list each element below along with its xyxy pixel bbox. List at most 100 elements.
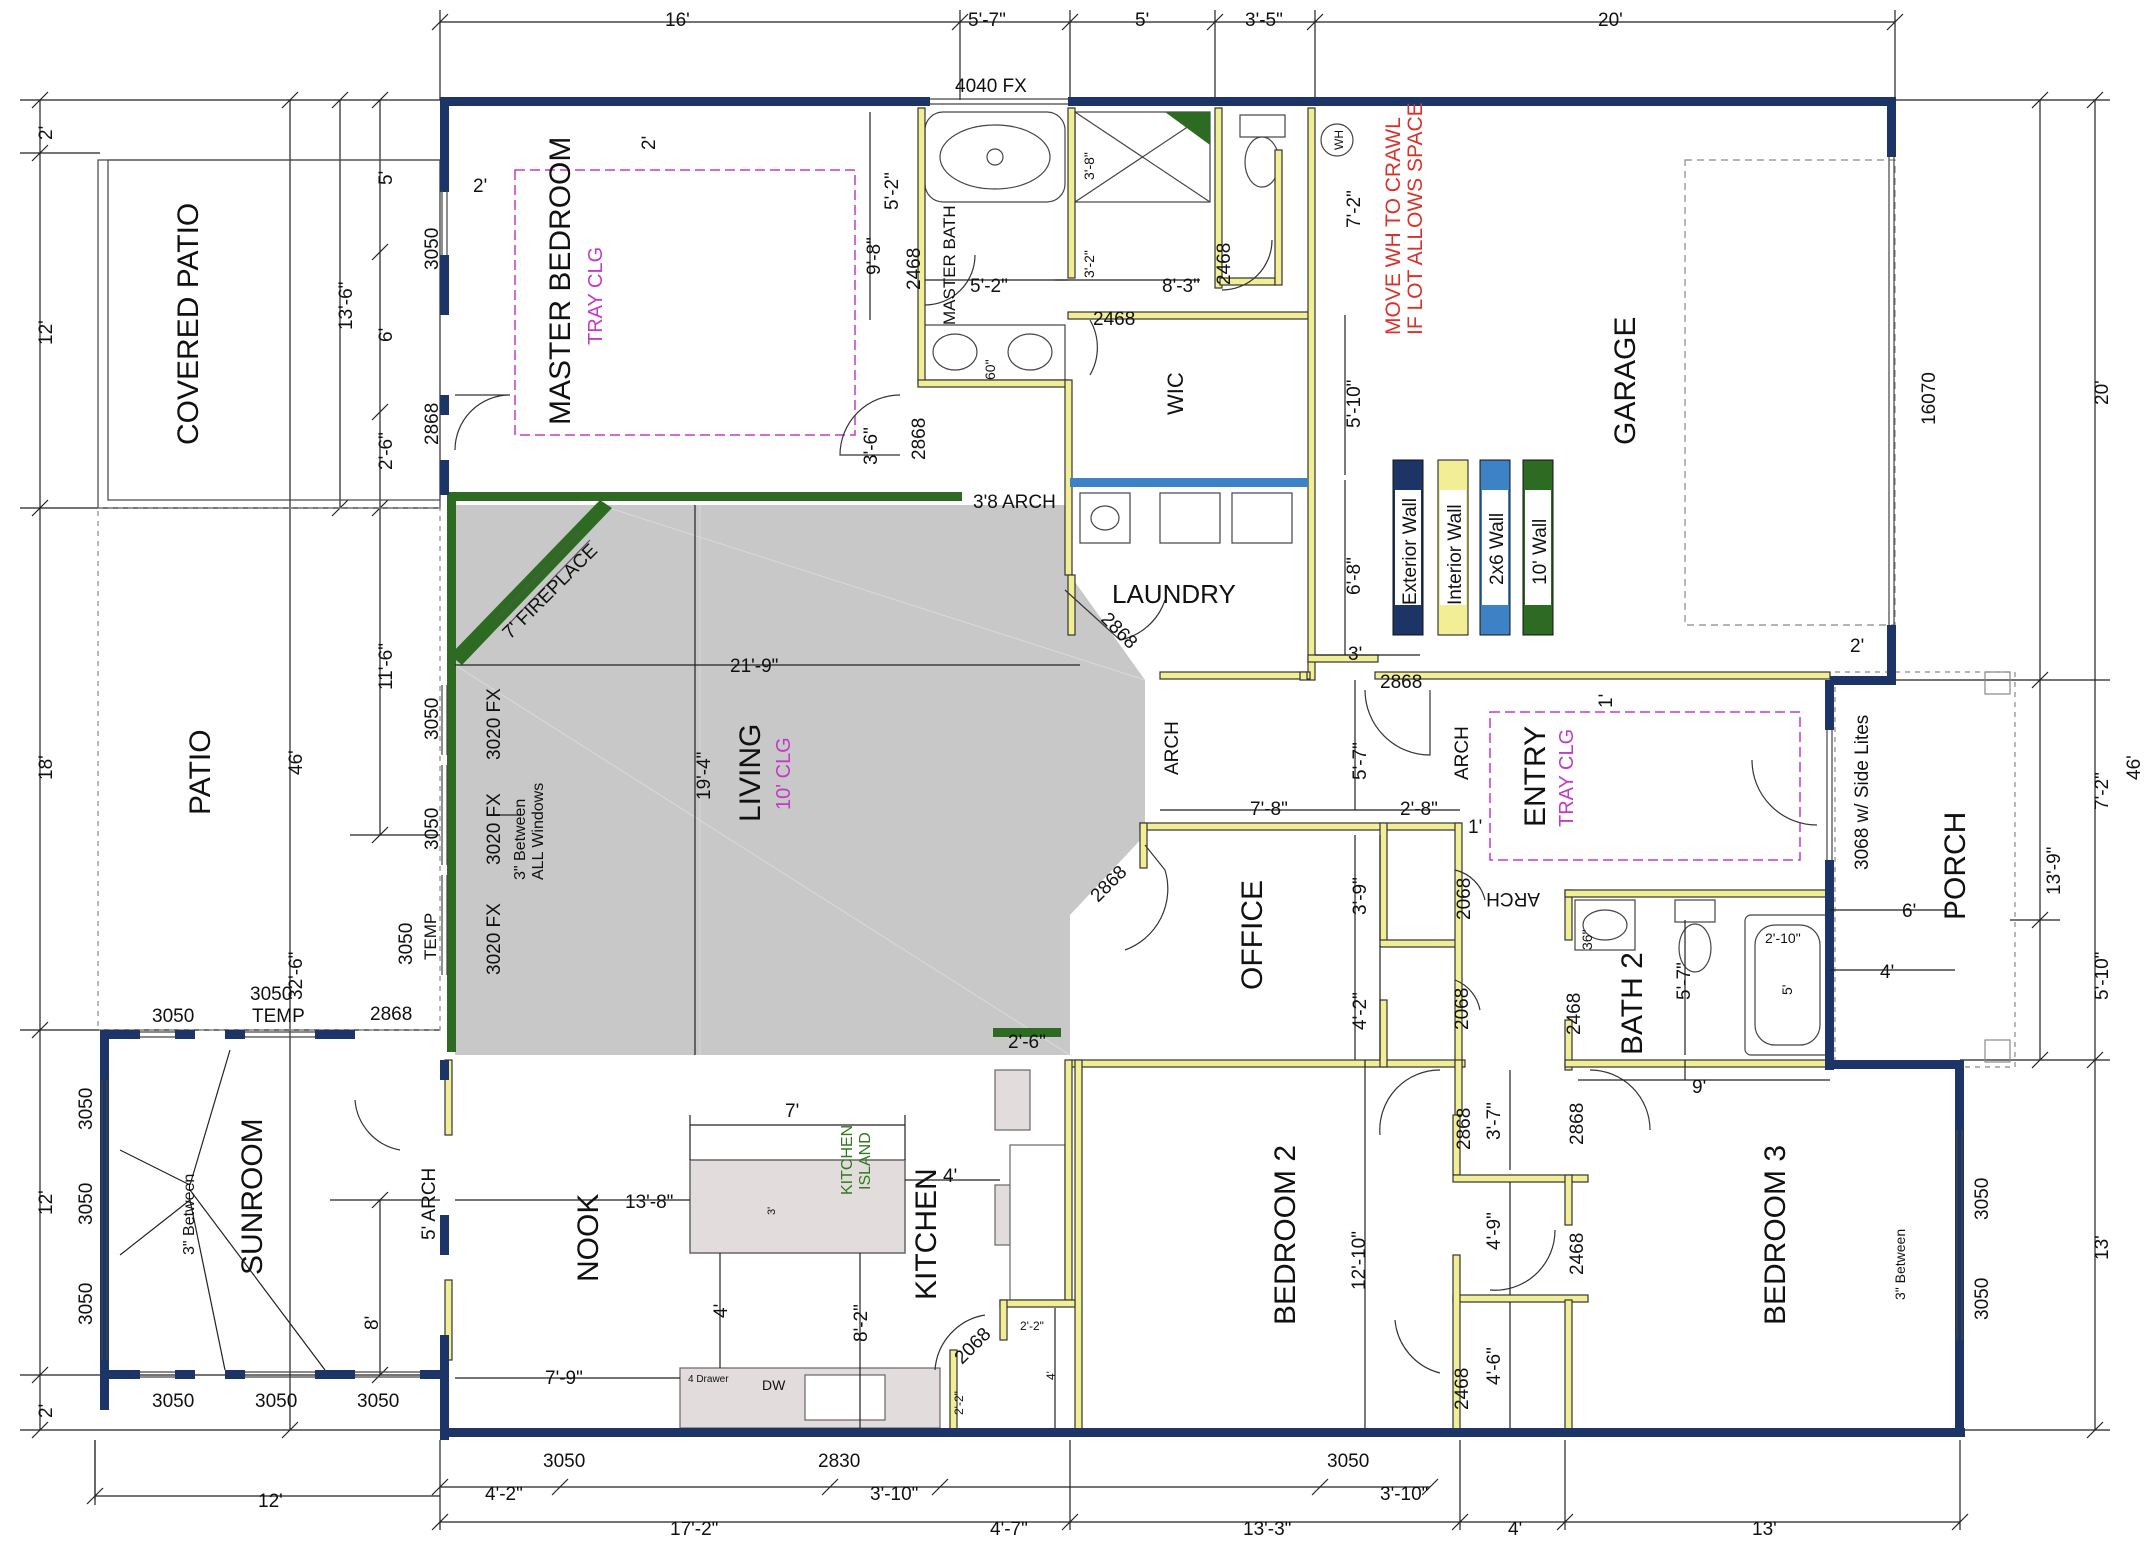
window-sun-top-3050: 3050	[152, 1006, 194, 1027]
window-living-3050-b: 3050	[422, 808, 443, 850]
idim-2-10: 2'-10"	[1765, 930, 1801, 946]
dim-bottom-8: 12'	[258, 1491, 283, 1512]
idim-9: 9'	[1692, 1077, 1706, 1098]
wh-note-line1: MOVE WH TO CRAWL	[1382, 117, 1405, 335]
idim-5-7-b: 5'-7"	[1674, 962, 1695, 1000]
garage-parking-outline	[1684, 159, 1896, 626]
room-master-bedroom: MASTER BEDROOM	[544, 137, 577, 425]
window-living-temp: TEMP	[421, 913, 440, 960]
window-sun-bot-3050-b: 3050	[255, 1391, 297, 1412]
window-3020fx-c: 3020 FX	[484, 903, 505, 975]
dim-bottom-3: 17'-2"	[670, 1519, 718, 1540]
bottom-dimensions: 4'-2" 3'-10" 3'-10" 17'-2" 4'-7" 13'-3" …	[258, 1451, 1777, 1540]
idim-2-a: 2'	[473, 176, 487, 197]
window-bed3-3050-a: 3050	[1972, 1178, 1993, 1220]
dim-right-3: 13'	[2092, 1235, 2113, 1260]
room-master-bath: MASTER BATH	[940, 205, 959, 325]
door-wc-2468: 2468	[1214, 243, 1235, 285]
dim-left-7: 11'-6"	[376, 643, 397, 690]
door-wic-2468: 2468	[1093, 309, 1135, 330]
window-master-3050: 3050	[422, 228, 443, 270]
idim-21-9: 21'-9"	[730, 656, 778, 677]
idim-5-7-a: 5'-7"	[1350, 742, 1371, 780]
window-living-3050-temp: 3050	[396, 923, 417, 965]
idim-5: 5'	[1779, 985, 1795, 995]
room-entry: ENTRY	[1519, 726, 1552, 827]
ceiling-living: 10' CLG	[773, 737, 795, 810]
arch-38: 3'8 ARCH	[973, 492, 1056, 513]
window-bed3-3050-b: 3050	[1972, 1278, 1993, 1320]
door-office-2068-b: 2068	[1452, 988, 1473, 1030]
drawer-label: 4 Drawer	[688, 1374, 729, 1385]
dim-left-5: 46'	[286, 750, 307, 775]
idim-3: 3'	[1348, 644, 1362, 665]
dim-top-1: 5'-7"	[968, 10, 1006, 31]
ceiling-entry: TRAY CLG	[1556, 729, 1578, 827]
legend-exterior-wall: Exterior Wall	[1400, 498, 1421, 605]
dim-bottom-6: 4'	[1508, 1519, 1522, 1540]
idim-7: 7'	[785, 1101, 799, 1122]
idim-1-a: 1'	[1596, 694, 1617, 708]
room-bedroom3: BEDROOM 3	[1759, 1145, 1792, 1325]
idim-9-8: 9'-8"	[864, 237, 885, 275]
idim-8-2: 8'-2"	[851, 1304, 872, 1342]
idim-4-pantry: 4'	[1044, 1371, 1058, 1380]
idim-7-9: 7'-9"	[545, 1368, 583, 1389]
idim-19-4: 19'-4"	[694, 752, 715, 800]
kitchen-island-label-2: ISLAND	[857, 1132, 874, 1190]
dim-left-0: 2'	[36, 126, 57, 140]
idim-4-9: 4'-9"	[1484, 1212, 1505, 1250]
window-living-3050-a: 3050	[422, 698, 443, 740]
arch-5: 5' ARCH	[419, 1168, 440, 1240]
idim-8-3: 8'-3"	[1162, 276, 1200, 297]
window-bottom-2830: 2830	[818, 1451, 860, 1472]
wall-legend: Exterior Wall Interior Wall 2x6 Wall 10'…	[1392, 459, 1554, 636]
dim-left-4: 2'	[36, 1404, 57, 1418]
window-sun-left-3050-c: 3050	[76, 1283, 97, 1325]
idim-7-2: 7'-2"	[1344, 190, 1365, 228]
ceiling-master: TRAY CLG	[585, 247, 607, 345]
dim-top-2: 5'	[1135, 10, 1149, 31]
door-bath2-2468: 2468	[1564, 993, 1585, 1035]
idim-2-8: 2'-8"	[1400, 799, 1438, 820]
bed3-between: 3" Between	[1892, 1229, 1908, 1300]
between-windows-1: 3" Between	[512, 799, 529, 880]
room-garage: GARAGE	[1609, 317, 1642, 445]
floor-plan: Exterior Wall Interior Wall 2x6 Wall 10'…	[20, 10, 2145, 1540]
idim-2-6: 2'-6"	[1008, 1032, 1046, 1053]
window-sun-bot-3050-c: 3050	[357, 1391, 399, 1412]
idim-2-garage: 2'	[1850, 636, 1864, 657]
room-laundry: LAUNDRY	[1112, 579, 1236, 609]
dim-right-5: 13'-9"	[2044, 847, 2065, 895]
room-office: OFFICE	[1236, 880, 1269, 990]
dim-left-9: 5'	[376, 171, 397, 185]
dim-left-10: 6'	[376, 328, 397, 342]
door-master-2868: 2868	[422, 403, 443, 445]
dim-top-0: 16'	[665, 10, 690, 31]
window-top-4040: 4040 FX	[955, 76, 1027, 97]
idim-5-2-a: 5'-2"	[882, 172, 903, 210]
dim-right-4: 46'	[2124, 755, 2145, 780]
dim-left-11: 2'-6"	[376, 432, 397, 470]
range	[994, 1069, 1031, 1131]
window-bottom-3050-b: 3050	[1327, 1451, 1369, 1472]
wh-note-line2: IF LOT ALLOWS SPACE	[1404, 102, 1427, 335]
room-porch: PORCH	[1939, 812, 1972, 920]
window-sun-top-temp: TEMP	[252, 1006, 305, 1027]
idim-4-kitchen: 4'	[943, 1166, 957, 1187]
room-patio: PATIO	[184, 729, 217, 815]
door-sun-2868: 2868	[370, 1004, 412, 1025]
idim-12-10: 12'-10"	[1349, 1231, 1370, 1290]
window-3020fx-a: 3020 FX	[484, 688, 505, 760]
door-closet-2468-a: 2468	[1567, 1233, 1588, 1275]
door-bath-2868: 2868	[909, 418, 930, 460]
idim-4-2: 4'-2"	[1350, 992, 1371, 1030]
dim-right-2: 5'-10"	[2092, 952, 2113, 1000]
arch-entry: ARCH	[1452, 726, 1473, 780]
dim-top-4: 20'	[1598, 10, 1623, 31]
door-office-2068-a: 2068	[1454, 878, 1475, 920]
dim-right-0: 20'	[2092, 380, 2113, 405]
window-bottom-3050-a: 3050	[543, 1451, 585, 1472]
idim-3-9: 3'-9"	[1350, 877, 1371, 915]
idim-7-8: 7'-8"	[1250, 799, 1288, 820]
